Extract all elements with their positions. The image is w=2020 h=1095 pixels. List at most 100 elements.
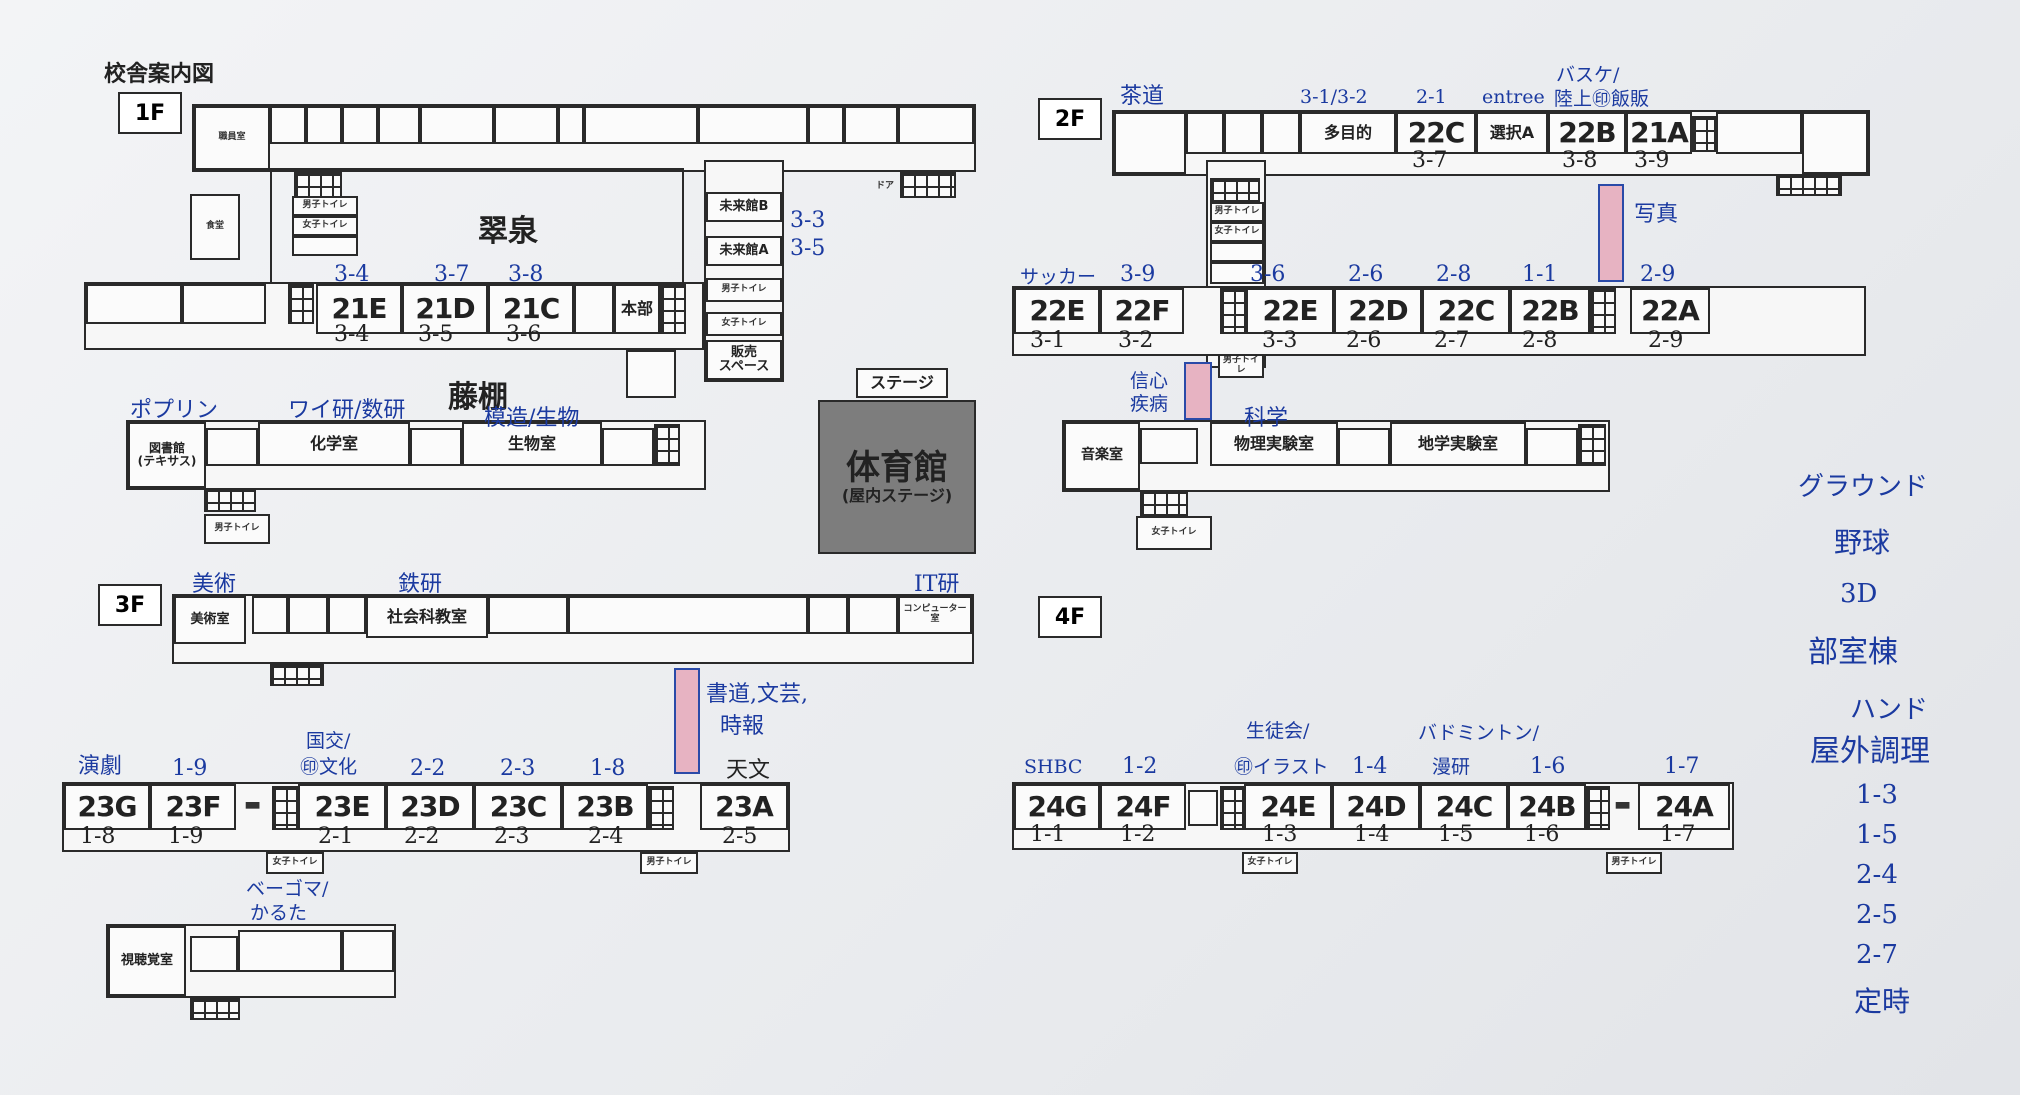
note-shashin: 写真 [1634,202,1679,227]
note-22e-top: 3-6 [1250,262,1286,287]
side-note: 定時 [1854,985,1911,1018]
f3-room [288,596,328,634]
f1-door-label: ドア [876,181,895,191]
f3-room [342,930,394,972]
room-social-studies[interactable]: 社会科教室 [366,596,488,638]
f1-stairs [660,284,686,334]
floor-label-4f: 4F [1038,596,1102,638]
note-mirai-a: 3-5 [790,236,826,261]
room-library-textus[interactable]: 図書館 (テキサス) [128,422,206,488]
gym-title: 体育館 [846,447,948,488]
f1-stairs [294,172,342,198]
f2-room [1114,112,1186,174]
note-tekken: 鉄研 [398,572,443,597]
f1-toilet-m: 男子トイレ [292,196,358,216]
note-24f-top: 1-2 [1122,754,1158,779]
f3-stairs [270,664,324,686]
f1-room [306,106,342,144]
note-soccer: サッカー [1020,266,1097,288]
room-mirai-a[interactable]: 未来館A [706,236,782,266]
f1-stairs [204,488,256,512]
f1-room [86,284,182,324]
f3-shodo-corridor [674,668,700,774]
f1-room: 男子トイレ [706,278,782,302]
side-note: 1-3 [1856,780,1898,810]
note-seito: 生徒会/ [1246,720,1310,742]
f1-stairs [654,424,680,466]
f3-stairs [648,786,674,830]
note-poplin: ポプリン [130,398,219,423]
f2-stairs [1578,424,1606,466]
note-23e-bottom: 2-1 [318,824,354,849]
room-honbu[interactable]: 本部 [614,284,660,334]
f3-room [808,596,848,634]
f1-room [494,106,558,144]
note-biology: 模造/生物 [484,406,580,431]
f4-toilet-m: 男子トイレ [1606,852,1662,874]
f3-stairs [272,786,298,830]
note-bunka: ㊞文化 [300,756,358,778]
room-computer[interactable]: コンピューター室 [898,596,972,634]
note-23g-bottom: 1-8 [80,824,116,849]
f1-stairs [900,172,956,198]
note-24c-bottom: 1-5 [1438,822,1474,847]
note-21e-top: 3-4 [334,262,370,287]
side-notes: グラウンド 野球 3D 部室棟 ハンド [1784,466,1984,726]
note-multipurpose: 3-1/3-2 [1300,86,1368,108]
f3-room [238,930,342,972]
room-select-a[interactable]: 選択A [1476,112,1548,154]
f2-photo-corridor [1598,184,1624,282]
note-shbc: SHBC [1024,756,1083,778]
room-av[interactable]: 視聴覚室 [108,926,186,996]
side-note: 野球 [1834,526,1891,559]
note-jiho: 時報 [720,714,765,739]
room-chemistry[interactable]: 化学室 [258,422,410,466]
f3-room [488,596,568,634]
f2-stairs [1776,174,1842,196]
stage-label[interactable]: ステージ [856,368,948,398]
note-23f-bottom: 1-9 [168,824,204,849]
note-22d-bottom: 2-6 [1346,328,1382,353]
room-multipurpose[interactable]: 多目的 [1300,112,1396,154]
note-21e-bottom: 3-4 [334,322,370,347]
side-notes-outdoor: 屋外調理 1-3 1-5 2-4 2-5 2-7 定時 [1810,726,2010,1020]
note-21d-top: 3-7 [434,262,470,287]
f2-stairs [1692,116,1716,152]
f1-stairs [288,284,314,324]
f2-room [1716,112,1802,154]
room-hanbai[interactable]: 販売 スペース [706,340,782,380]
note-entree: entree [1482,86,1545,108]
floor-label-2f: 2F [1038,98,1102,140]
note-24d-top: 1-4 [1352,754,1388,779]
gymnasium[interactable]: 体育館 (屋内ステージ) [818,400,976,554]
f3-room [568,596,808,634]
f2-room [1140,428,1198,464]
note-24b-bottom: 1-6 [1524,822,1560,847]
f2-toilet-f: 女子トイレ [1136,516,1212,550]
room-earth-science-lab[interactable]: 地学実験室 [1390,422,1526,466]
f1-room [698,106,808,144]
side-note: 3D [1840,579,1878,609]
room-art[interactable]: 美術室 [174,596,246,644]
f4-stairs [1586,786,1610,830]
note-21d-bottom: 3-5 [418,322,454,347]
room-music[interactable]: 音楽室 [1064,422,1140,490]
note-shodo: 書道,文芸, [706,682,808,707]
note-23f-top: 1-9 [172,756,208,781]
note-u21a: 3-9 [1634,148,1670,173]
f4-corridor-mark: ▬ [1614,794,1632,815]
note-manken: 漫研 [1432,756,1471,778]
f2-room [1802,112,1868,174]
room-mirai-b[interactable]: 未来館B [706,192,782,222]
note-u22c: 3-7 [1412,148,1448,173]
floor-map-sheet: 校舎案内図 1F 職員室 ドア 男子トイレ 女子トイレ 翠泉 食堂 21E 21… [0,0,2020,1095]
f1-room [844,106,898,144]
note-21c-top: 3-8 [508,262,544,287]
f1-toilet: 男子トイレ [204,514,270,544]
note-22b-bottom: 2-8 [1522,328,1558,353]
floor-label-3f: 3F [98,584,162,626]
f1-room [206,428,258,466]
note-23c-bottom: 2-3 [494,824,530,849]
f2-stairs [1220,288,1246,334]
note-bijutsu: 美術 [192,572,237,597]
